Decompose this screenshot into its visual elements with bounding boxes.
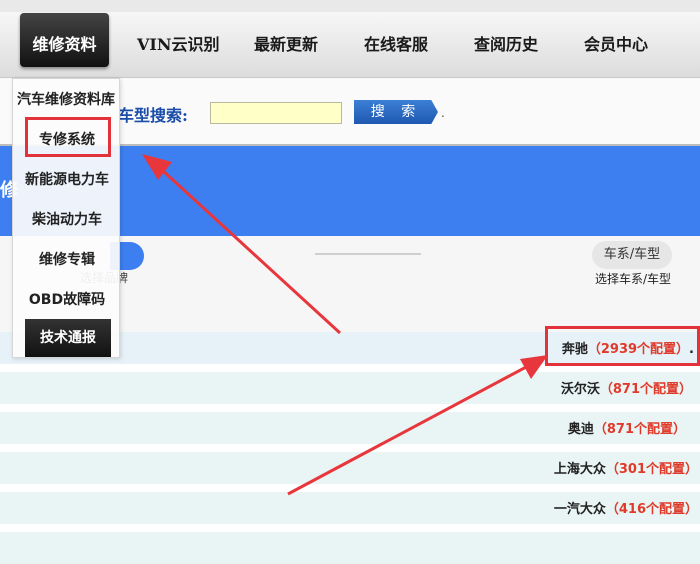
search-suffix: . <box>441 106 445 120</box>
brand-row[interactable] <box>0 532 700 564</box>
dropdown-item-obd-codes[interactable]: OBD故障码 <box>13 289 121 309</box>
nav-item-support[interactable]: 在线客服 <box>364 32 428 58</box>
dropdown-header[interactable]: 汽车维修资料库 <box>11 89 121 109</box>
brand-item[interactable]: 沃尔沃（871个配置） <box>561 378 692 397</box>
nav-item-history[interactable]: 查阅历史 <box>474 32 538 58</box>
step-label-series: 选择车系/车型 <box>595 272 672 286</box>
brand-row[interactable]: 奥迪（871个配置） <box>0 412 700 444</box>
highlight-box-benz <box>545 326 700 366</box>
top-strip <box>0 0 700 12</box>
brand-item[interactable]: 上海大众（301个配置） <box>554 458 698 477</box>
nav-item-member[interactable]: 会员中心 <box>584 32 648 58</box>
nav-item-vin[interactable]: VIN云识别 <box>137 32 220 58</box>
dropdown-item-repair-album[interactable]: 维修专辑 <box>13 249 121 269</box>
brand-row[interactable]: 上海大众（301个配置） <box>0 452 700 484</box>
nav-item-repair-data[interactable]: 维修资料 <box>20 13 109 67</box>
dropdown-item-tech-bulletin[interactable]: 技术通报 <box>25 319 111 357</box>
step-pill-series[interactable]: 车系/车型 <box>592 241 672 269</box>
dropdown-item-new-energy[interactable]: 新能源电力车 <box>13 169 121 189</box>
search-button[interactable]: 搜 索 <box>354 100 438 124</box>
dropdown-item-diesel[interactable]: 柴油动力车 <box>13 209 121 229</box>
brand-row[interactable]: 沃尔沃（871个配置） <box>0 372 700 404</box>
search-label: 车型搜索: <box>118 106 188 125</box>
search-input[interactable] <box>210 102 342 124</box>
brand-item[interactable]: 奥迪（871个配置） <box>568 418 686 437</box>
main-nav: 维修资料 VIN云识别 最新更新 在线客服 查阅历史 会员中心 <box>0 12 700 78</box>
nav-item-latest[interactable]: 最新更新 <box>254 32 318 58</box>
brand-row[interactable]: 一汽大众（416个配置） <box>0 492 700 524</box>
highlight-box-specialized-system <box>25 117 111 157</box>
step-connector <box>315 253 421 255</box>
brand-item[interactable]: 一汽大众（416个配置） <box>554 498 698 517</box>
